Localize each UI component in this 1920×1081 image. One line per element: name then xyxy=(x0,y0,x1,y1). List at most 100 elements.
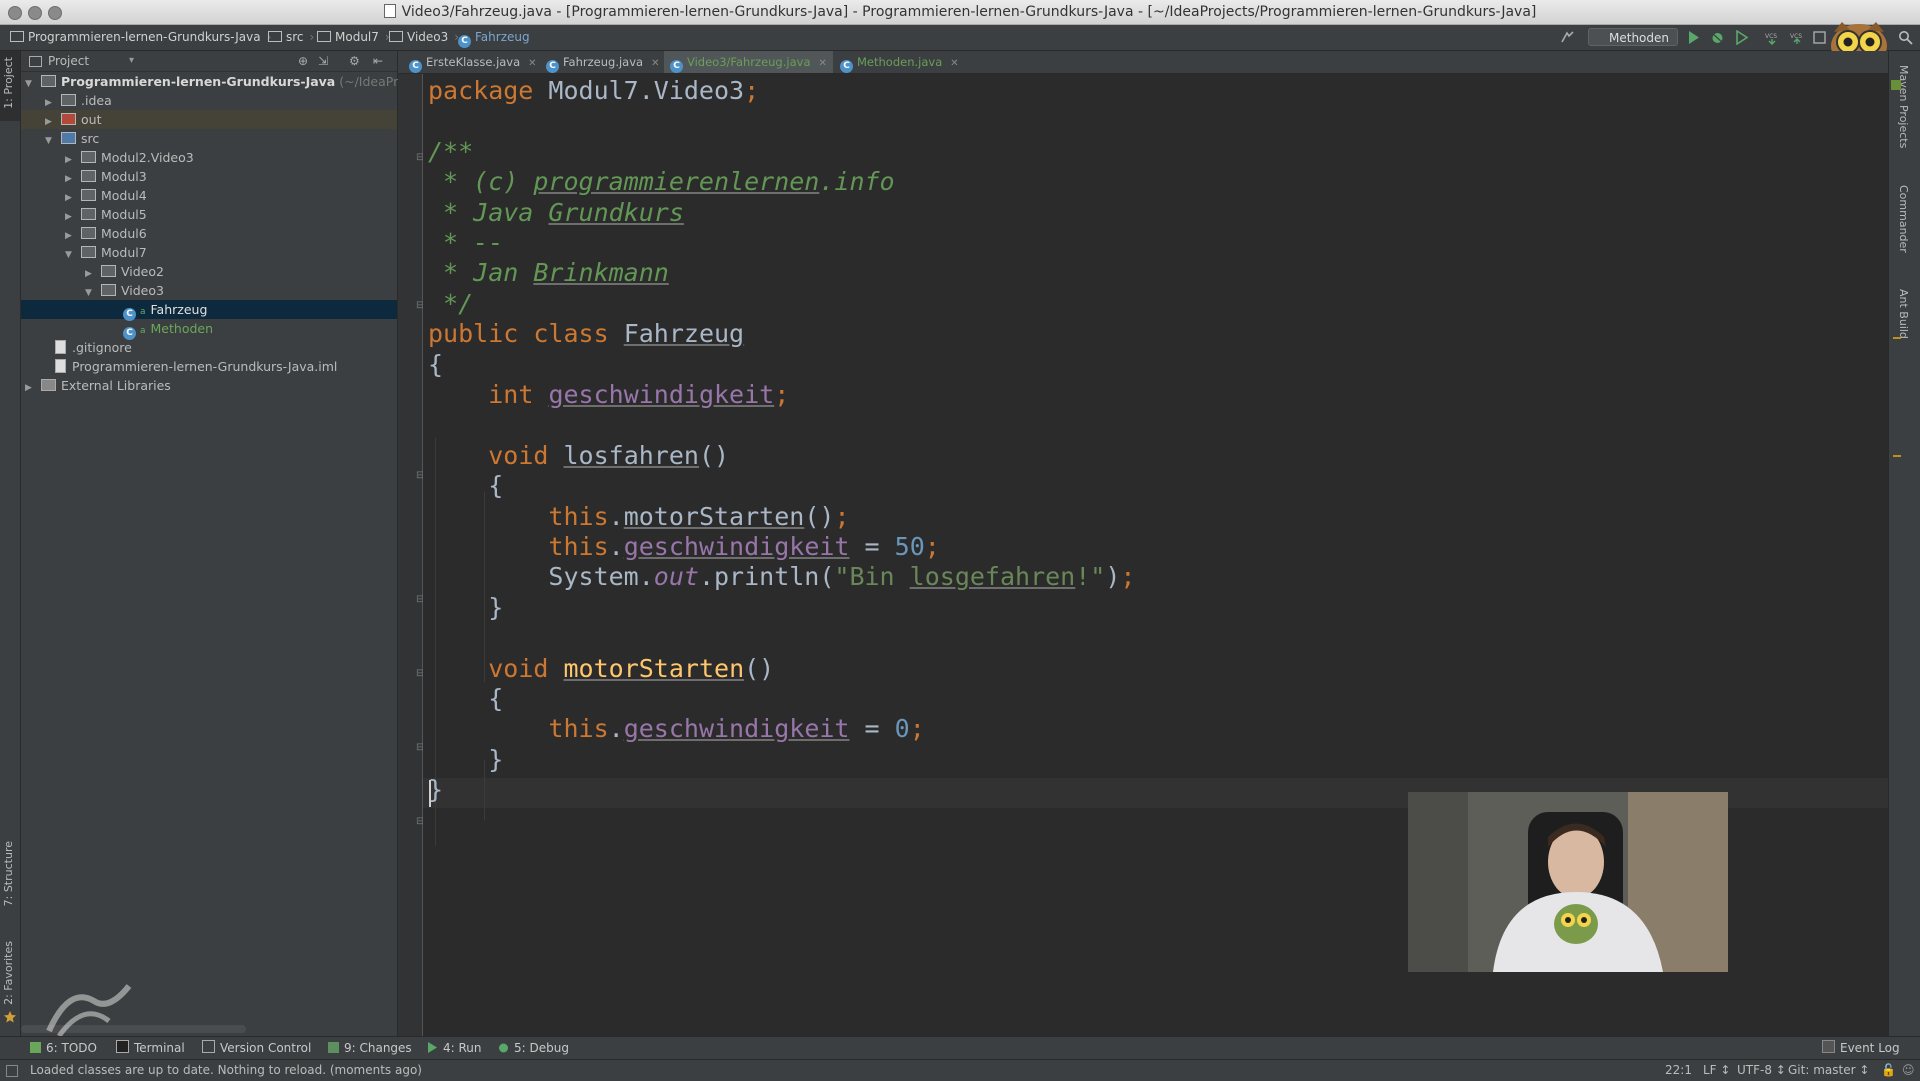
code-line[interactable]: * Java Grundkurs xyxy=(428,198,684,228)
tool-tab-maven[interactable]: Maven Projects xyxy=(1897,65,1910,148)
event-log-button[interactable]: Event Log xyxy=(1822,1037,1900,1059)
tree-item-modul6[interactable]: ▶ Modul6 xyxy=(21,224,397,243)
code-line[interactable]: this.geschwindigkeit = 50; xyxy=(428,532,939,562)
breadcrumb-fahrzeug[interactable]: C Fahrzeug xyxy=(458,25,530,50)
minimize-window-button[interactable] xyxy=(28,6,42,20)
editor-gutter[interactable]: ⊟ ⊟ ⊟ ⊟ ⊟ ⊟ ⊟ xyxy=(398,74,424,1036)
close-tab-icon[interactable]: ✕ xyxy=(950,58,958,69)
tool-tab-project[interactable]: 1: Project xyxy=(2,57,15,109)
toggle-tool-windows-icon[interactable] xyxy=(6,1065,18,1077)
tool-tab-commander[interactable]: Commander xyxy=(1897,185,1910,253)
code-line[interactable]: } xyxy=(428,593,503,623)
tab-video3-fahrzeug[interactable]: C Video3/Fahrzeug.java ✕ xyxy=(664,51,833,73)
tree-item-video2[interactable]: ▶ Video2 xyxy=(21,262,397,281)
scroll-from-source-icon[interactable]: ⊕ xyxy=(298,51,308,71)
vcs-commit-icon[interactable]: VCS xyxy=(1790,30,1805,45)
code-line[interactable]: */ xyxy=(428,289,473,319)
tree-item-video3[interactable]: ▼ Video3 xyxy=(21,281,397,300)
code-line[interactable]: this.motorStarten(); xyxy=(428,502,849,532)
tree-item-idea[interactable]: ▶ .idea xyxy=(21,91,397,110)
zoom-window-button[interactable] xyxy=(48,6,62,20)
run-configuration-dropdown[interactable]: Methoden ▾ xyxy=(1588,28,1678,63)
code-line[interactable]: System.out.println("Bin losgefahren!"); xyxy=(428,562,1135,592)
class-icon: C xyxy=(840,60,853,73)
terminal-button[interactable]: Terminal xyxy=(116,1037,185,1059)
search-icon[interactable] xyxy=(1898,30,1913,45)
excluded-folder-icon xyxy=(61,113,76,125)
collapse-all-icon[interactable]: ⇲ xyxy=(318,51,328,71)
tree-item-modul2-video3[interactable]: ▶ Modul2.Video3 xyxy=(21,148,397,167)
tree-item-project-root[interactable]: ▼ Programmieren-lernen-Grundkurs-Java (~/… xyxy=(21,72,429,91)
debug-button[interactable]: 5: Debug xyxy=(498,1037,569,1059)
error-stripe-marker[interactable] xyxy=(1893,455,1901,457)
settings-icon[interactable] xyxy=(1812,30,1827,45)
tree-item-src[interactable]: ▼ src xyxy=(21,129,397,148)
tab-fahrzeug[interactable]: C Fahrzeug.java ✕ xyxy=(540,51,665,73)
vcs-update-icon[interactable]: VCS xyxy=(1765,30,1780,45)
changes-button[interactable]: 9: Changes xyxy=(328,1037,412,1059)
breadcrumb-modul7[interactable]: Modul7 › xyxy=(317,25,390,50)
code-line[interactable]: * (c) programmierenlernen.info xyxy=(428,167,895,197)
close-tab-icon[interactable]: ✕ xyxy=(819,58,827,69)
close-window-button[interactable] xyxy=(8,6,22,20)
git-branch-selector[interactable]: Git: master ↕ xyxy=(1788,1060,1869,1081)
inspection-ok-icon[interactable] xyxy=(1891,80,1901,90)
tool-tab-structure[interactable]: 7: Structure xyxy=(2,841,15,906)
gear-icon[interactable]: ⚙ xyxy=(349,51,360,71)
tree-item-iml[interactable]: Programmieren-lernen-Grundkurs-Java.iml xyxy=(21,357,397,376)
code-line[interactable]: void losfahren() xyxy=(428,441,729,471)
tree-item-out[interactable]: ▶ out xyxy=(21,110,397,129)
hide-panel-icon[interactable]: ⇤ xyxy=(373,51,383,71)
code-line[interactable]: package Modul7.Video3; xyxy=(428,76,759,106)
close-tab-icon[interactable]: ✕ xyxy=(528,58,536,69)
tree-item-modul5[interactable]: ▶ Modul5 xyxy=(21,205,397,224)
breadcrumb-video3[interactable]: Video3 › xyxy=(389,25,459,50)
code-line[interactable]: void motorStarten() xyxy=(428,654,774,684)
tool-tab-favorites[interactable]: 2: Favorites xyxy=(2,941,15,1005)
caret-position[interactable]: 22:1 xyxy=(1665,1060,1692,1081)
build-icon[interactable] xyxy=(1560,30,1575,45)
tool-tab-ant[interactable]: Ant Build xyxy=(1897,289,1910,339)
tree-item-gitignore[interactable]: .gitignore xyxy=(21,338,397,357)
tree-item-methoden[interactable]: Ca Methoden xyxy=(21,319,397,340)
code-line[interactable]: { xyxy=(428,350,443,380)
close-tab-icon[interactable]: ✕ xyxy=(651,58,659,69)
inspector-icon[interactable]: ☺ xyxy=(1902,1060,1915,1081)
version-control-button[interactable]: Version Control xyxy=(202,1037,311,1059)
chevron-down-icon[interactable]: ▾ xyxy=(129,51,134,71)
breadcrumb-src[interactable]: src › xyxy=(268,25,314,50)
run-icon xyxy=(428,1042,437,1053)
tree-item-external-libraries[interactable]: ▶ External Libraries xyxy=(21,376,397,395)
tree-item-label: Video3 xyxy=(121,283,164,298)
coverage-icon[interactable] xyxy=(1734,30,1749,45)
tab-ersteklasse[interactable]: C ErsteKlasse.java ✕ xyxy=(403,51,543,73)
run-button[interactable]: 4: Run xyxy=(427,1037,482,1059)
debug-icon[interactable] xyxy=(1710,30,1725,45)
project-view-selector[interactable]: Project xyxy=(48,51,89,71)
code-line[interactable]: this.geschwindigkeit = 0; xyxy=(428,714,924,744)
tree-item-modul3[interactable]: ▶ Modul3 xyxy=(21,167,397,186)
status-message[interactable]: Loaded classes are up to date. Nothing t… xyxy=(30,1060,422,1081)
code-line[interactable]: { xyxy=(428,471,503,501)
code-line[interactable]: * Jan Brinkmann xyxy=(428,258,669,288)
code-line[interactable]: public class Fahrzeug xyxy=(428,319,744,349)
run-icon[interactable] xyxy=(1686,30,1701,45)
project-view-icon xyxy=(29,56,42,67)
tree-item-modul4[interactable]: ▶ Modul4 xyxy=(21,186,397,205)
code-line[interactable]: { xyxy=(428,684,503,714)
code-line[interactable]: int geschwindigkeit; xyxy=(428,380,789,410)
tree-item-fahrzeug[interactable]: Ca Fahrzeug xyxy=(21,300,397,321)
line-separator-selector[interactable]: LF ↕ xyxy=(1703,1060,1730,1081)
lock-icon[interactable]: 🔓 xyxy=(1881,1060,1896,1081)
collapsed-arrow-icon[interactable]: ▶ xyxy=(25,379,35,398)
encoding-selector[interactable]: UTF-8 ↕ xyxy=(1737,1060,1786,1081)
tab-methoden[interactable]: C Methoden.java ✕ xyxy=(834,51,965,73)
code-line[interactable]: } xyxy=(428,745,503,775)
code-line[interactable]: * -- xyxy=(428,228,503,258)
tree-item-label: .idea xyxy=(81,93,112,108)
todo-button[interactable]: 6: TODO xyxy=(30,1037,97,1059)
error-stripe-marker[interactable] xyxy=(1893,337,1901,339)
code-line[interactable]: /** xyxy=(428,137,473,167)
breadcrumb-project[interactable]: Programmieren-lernen-Grundkurs-Java › xyxy=(10,25,271,50)
tree-item-modul7[interactable]: ▼ Modul7 xyxy=(21,243,397,262)
